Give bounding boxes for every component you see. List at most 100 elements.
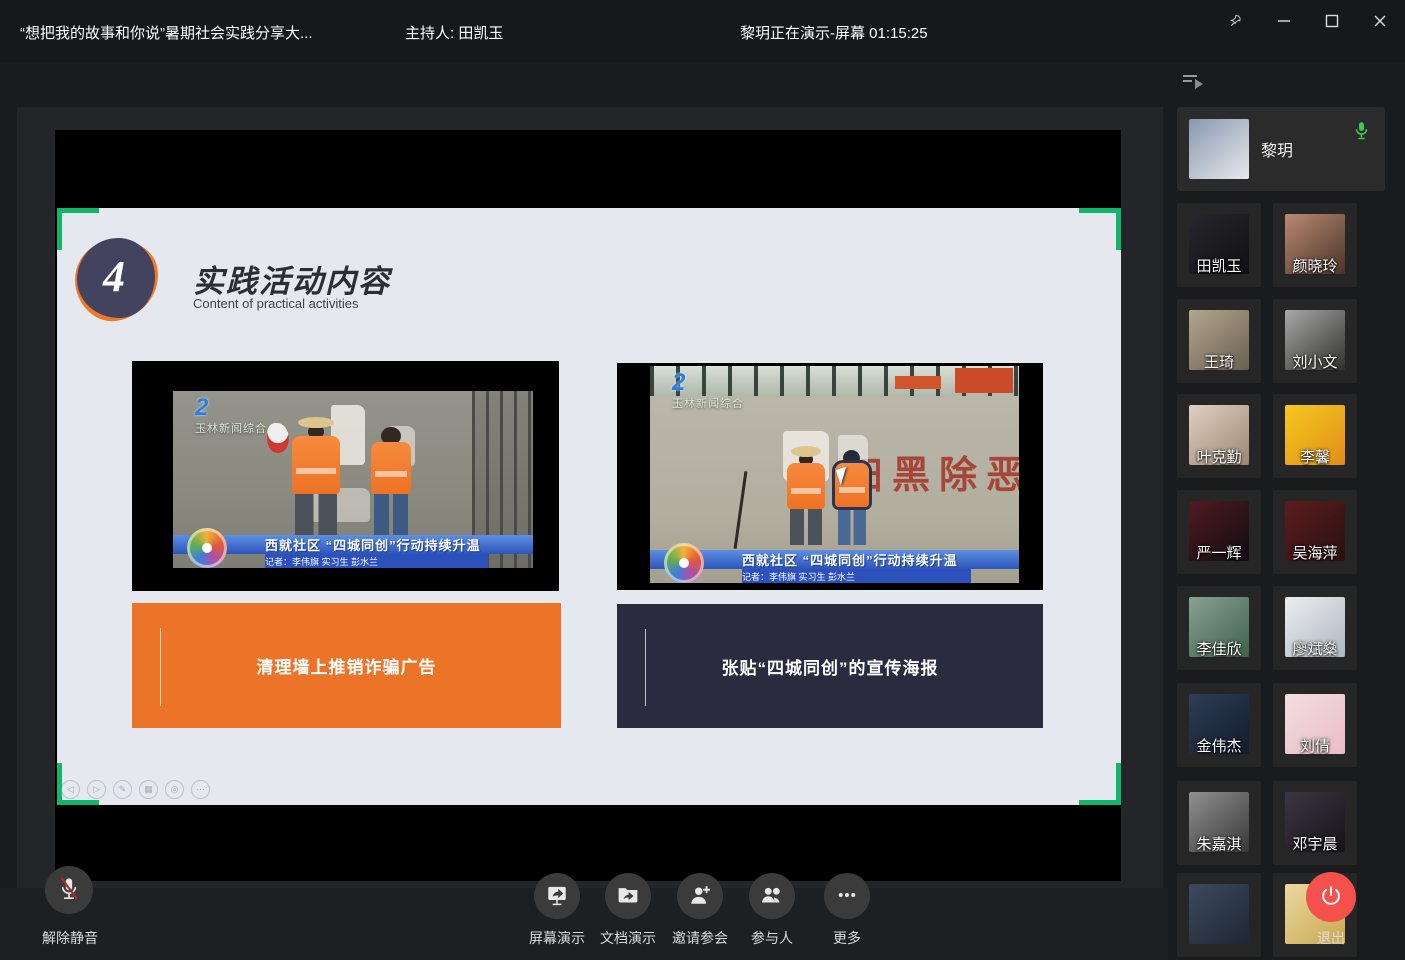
doc-share-label: 文档演示 xyxy=(598,928,658,948)
slideshow-controls: ◁ ▷ ✎ ▦ ◎ ⋯ xyxy=(61,780,210,799)
host-label: 主持人: 田凯玉 xyxy=(405,22,503,43)
avatar: 叶克勤 xyxy=(1189,405,1249,465)
maximize-button[interactable] xyxy=(1316,5,1348,37)
more-button[interactable] xyxy=(824,873,870,919)
pen-icon[interactable]: ✎ xyxy=(113,780,132,799)
participant-tile[interactable]: 严一辉 xyxy=(1177,490,1261,574)
participants-icon xyxy=(757,880,787,913)
news-caption-title: 西就社区 “四城同创”行动持续升温 xyxy=(173,535,533,554)
tv-station-logo-icon: 2 xyxy=(672,372,744,394)
avatar: 邓宇晨 xyxy=(1285,792,1345,852)
volunteer-figure xyxy=(787,446,825,545)
participant-tile[interactable]: 吴海萍 xyxy=(1273,490,1357,574)
presentation-slide: 4 实践活动内容 Content of practical activities… xyxy=(57,208,1121,805)
avatar: 严一辉 xyxy=(1189,501,1249,561)
meeting-window: “想把我的故事和你说”暑期社会实践分享大... 主持人: 田凯玉 黎玥正在演示-… xyxy=(0,0,1405,960)
slides-grid-icon[interactable]: ▦ xyxy=(139,780,158,799)
avatar: 颜晓玲 xyxy=(1285,214,1345,274)
avatar xyxy=(1189,119,1249,179)
avatar: 金伟杰 xyxy=(1189,694,1249,754)
doc-share-button[interactable] xyxy=(605,873,651,919)
unmute-label: 解除静音 xyxy=(35,928,105,948)
participant-tile[interactable] xyxy=(1177,873,1261,957)
news-video-clean-ads: 2 玉林新闻综合 xyxy=(132,361,559,591)
avatar: 田凯玉 xyxy=(1189,214,1249,274)
bottom-toolbar xyxy=(0,888,1168,960)
section-number: 4 xyxy=(103,251,125,302)
participants-button[interactable] xyxy=(749,873,795,919)
wall-slogan: 扫黑除恶 xyxy=(845,444,1019,499)
capture-corner-top-right xyxy=(1079,208,1121,250)
pin-button[interactable] xyxy=(1220,5,1252,37)
invite-person-icon xyxy=(685,880,715,913)
volunteer-figure xyxy=(835,450,869,545)
power-icon xyxy=(1317,882,1345,913)
participant-tile[interactable]: 廖斌燊 xyxy=(1273,586,1357,670)
activity-label-orange: 清理墙上推销诈骗广告 xyxy=(132,603,561,728)
doc-share-icon xyxy=(613,880,643,913)
participant-tile[interactable]: 朱嘉淇 xyxy=(1177,781,1261,865)
participant-tile[interactable]: 叶克勤 xyxy=(1177,394,1261,478)
avatar: 刘倩 xyxy=(1285,694,1345,754)
slide-title: 实践活动内容 xyxy=(193,256,391,301)
close-icon xyxy=(1373,14,1387,28)
next-slide-icon[interactable]: ▷ xyxy=(87,780,106,799)
invite-label: 邀请参会 xyxy=(670,928,730,948)
minimize-button[interactable] xyxy=(1268,5,1300,37)
pin-icon xyxy=(1228,13,1244,29)
exit-meeting-button[interactable] xyxy=(1306,872,1356,922)
news-video-post-posters: 扫黑除恶 2 玉林新闻综合 xyxy=(617,363,1043,590)
screen-share-label: 屏幕演示 xyxy=(527,928,587,948)
participant-tile[interactable]: 李馨 xyxy=(1273,394,1357,478)
participant-tile[interactable]: 颜晓玲 xyxy=(1273,203,1357,287)
participant-tile[interactable]: 刘小文 xyxy=(1273,299,1357,383)
screen-share-stage: 4 实践活动内容 Content of practical activities… xyxy=(17,107,1163,888)
pinwheel-logo-icon xyxy=(664,543,704,583)
more-controls-icon[interactable]: ⋯ xyxy=(191,780,210,799)
exit-label: 退出 xyxy=(1306,928,1356,948)
volunteer-figure xyxy=(371,427,411,536)
participants-sidebar: 黎玥 田凯玉 颜晓玲 王琦 刘小文 叶克勤 李馨 严一辉 吴海萍 xyxy=(1163,62,1405,960)
mic-active-icon xyxy=(1354,121,1369,146)
capture-corner-bottom-right xyxy=(1079,763,1121,805)
participant-tile[interactable]: 田凯玉 xyxy=(1177,203,1261,287)
news-caption-reporters: 记者：李伟旗 实习生 彭水兰 xyxy=(742,569,971,583)
participant-tile[interactable]: 李佳欣 xyxy=(1177,586,1261,670)
avatar: 廖斌燊 xyxy=(1285,597,1345,657)
participant-tile[interactable]: 刘倩 xyxy=(1273,683,1357,767)
screen-share-icon xyxy=(542,880,572,913)
news-caption-title: 西就社区 “四城同创”行动持续升温 xyxy=(650,550,1019,569)
tv-station-badge: 2 玉林新闻综合 xyxy=(195,397,267,437)
tv-station-logo-icon: 2 xyxy=(195,397,267,419)
participant-tile[interactable]: 金伟杰 xyxy=(1177,683,1261,767)
active-speaker-card[interactable]: 黎玥 xyxy=(1177,107,1385,191)
prev-slide-icon[interactable]: ◁ xyxy=(61,780,80,799)
screen-share-button[interactable] xyxy=(534,873,580,919)
slide-subtitle: Content of practical activities xyxy=(193,296,358,311)
maximize-icon xyxy=(1325,14,1339,28)
avatar: 李佳欣 xyxy=(1189,597,1249,657)
more-dots-icon xyxy=(832,880,862,913)
participant-tile[interactable]: 王琦 xyxy=(1177,299,1261,383)
avatar: 吴海萍 xyxy=(1285,501,1345,561)
avatar: 李馨 xyxy=(1285,405,1345,465)
pinwheel-logo-icon xyxy=(187,528,227,568)
unmute-button[interactable] xyxy=(45,866,93,914)
avatar: 刘小文 xyxy=(1285,310,1345,370)
minimize-icon xyxy=(1277,14,1291,28)
section-number-badge: 4 xyxy=(73,236,161,324)
avatar: 朱嘉淇 xyxy=(1189,792,1249,852)
activity-label-navy: 张贴“四城同创”的宣传海报 xyxy=(617,604,1043,728)
avatar xyxy=(1189,884,1249,944)
collapse-sidebar-button[interactable] xyxy=(1180,70,1206,95)
shared-screen-region: 4 实践活动内容 Content of practical activities… xyxy=(55,130,1121,881)
invite-button[interactable] xyxy=(677,873,723,919)
participant-tile[interactable]: 邓宇晨 xyxy=(1273,781,1357,865)
red-banner xyxy=(955,368,1013,393)
volunteer-figure xyxy=(292,417,340,538)
magnifier-icon[interactable]: ◎ xyxy=(165,780,184,799)
collapse-list-icon xyxy=(1180,80,1206,95)
close-button[interactable] xyxy=(1364,5,1396,37)
avatar: 王琦 xyxy=(1189,310,1249,370)
presenting-status: 黎玥正在演示-屏幕 01:15:25 xyxy=(740,22,928,43)
